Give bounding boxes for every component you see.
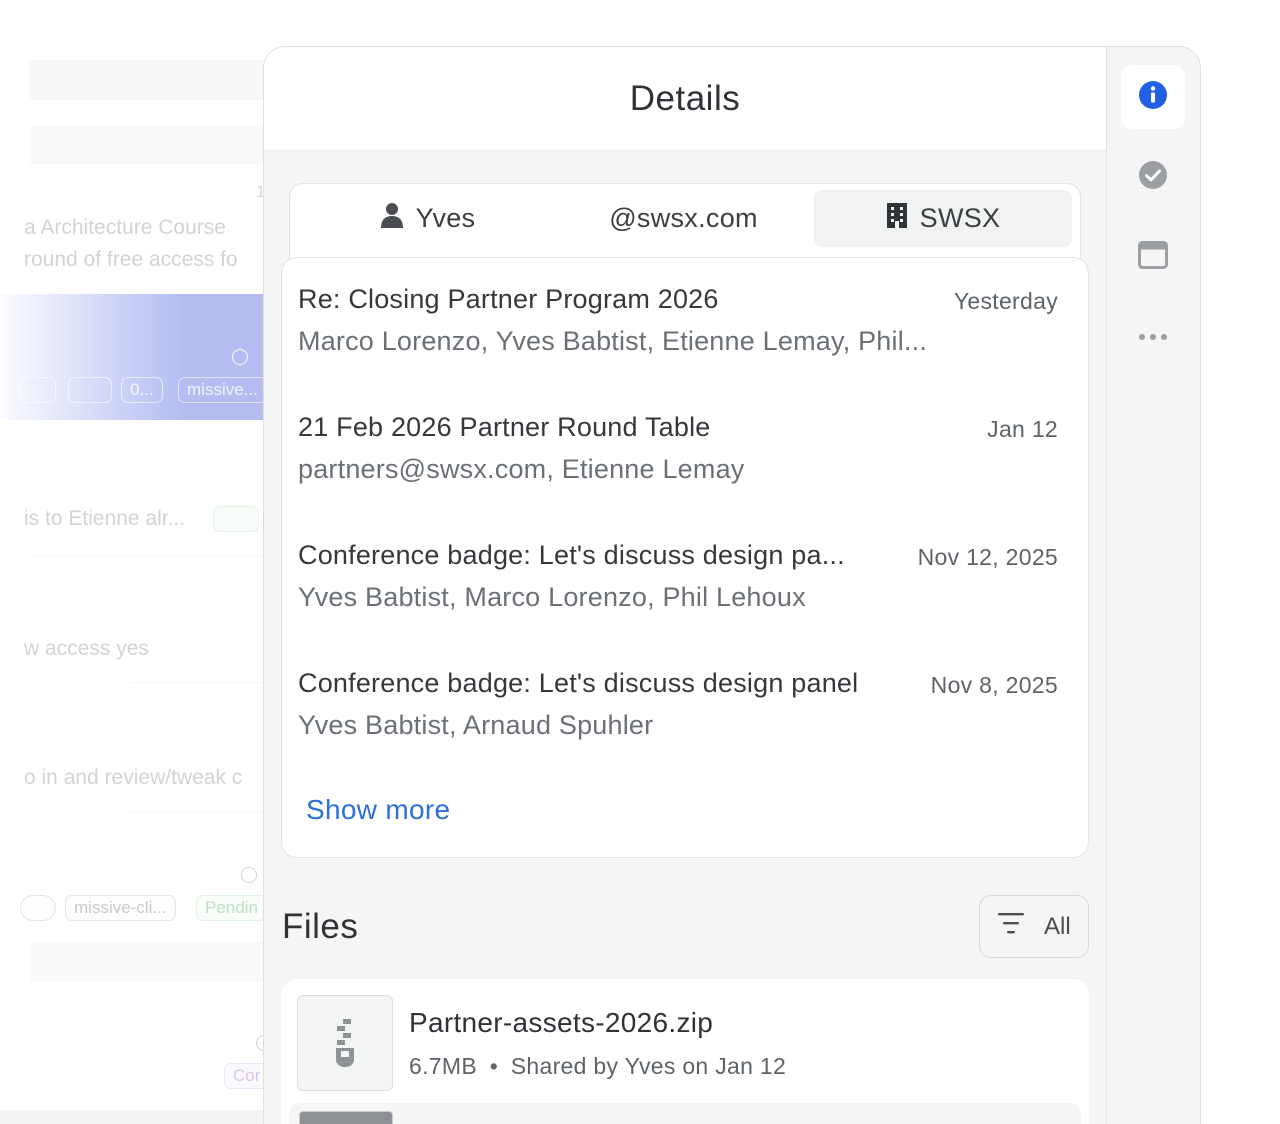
background-bar bbox=[30, 60, 280, 100]
background-divider bbox=[130, 812, 280, 813]
conversation-participants: Yves Babtist, Arnaud Spuhler bbox=[298, 710, 654, 740]
tab-person[interactable]: Yves bbox=[300, 190, 555, 247]
panel-title: Details bbox=[629, 79, 741, 118]
background-text: round of free access fo bbox=[24, 248, 238, 271]
background-chip: missive... bbox=[178, 377, 267, 403]
background-footer bbox=[0, 1110, 280, 1124]
file-shared-info: Shared by Yves on Jan 12 bbox=[510, 1053, 787, 1079]
conversation-date: Yesterday bbox=[953, 288, 1058, 314]
conversation-date: Jan 12 bbox=[987, 416, 1058, 442]
zip-file-icon bbox=[297, 995, 393, 1091]
panel-header: Details bbox=[264, 47, 1106, 151]
conversation-item[interactable]: Conference badge: Let's discuss design p… bbox=[298, 642, 1058, 742]
show-more-link[interactable]: Show more bbox=[306, 794, 450, 826]
window-button[interactable] bbox=[1121, 225, 1185, 289]
tab-label: SWSX bbox=[919, 203, 1001, 233]
check-circle-icon bbox=[1138, 160, 1168, 195]
conversation-participants: partners@swsx.com, Etienne Lemay bbox=[298, 454, 745, 484]
building-icon bbox=[886, 202, 908, 235]
background-text: w access yes bbox=[24, 637, 149, 660]
background-bar bbox=[30, 125, 280, 165]
file-list: Partner-assets-2026.zip 6.7MB • Shared b… bbox=[281, 979, 1089, 1124]
file-item[interactable] bbox=[289, 1103, 1081, 1124]
tab-label: Yves bbox=[415, 203, 476, 233]
more-icon bbox=[1138, 328, 1168, 346]
background-bar bbox=[30, 942, 280, 982]
conversation-date: Nov 8, 2025 bbox=[930, 672, 1058, 698]
background-text: o in and review/tweak c bbox=[24, 766, 243, 789]
background-check-icon bbox=[232, 349, 248, 365]
details-panel: Details Yves @swsx.com SWSX Re: Closing … bbox=[263, 46, 1201, 1124]
background-chip: missive-cli... bbox=[65, 895, 176, 921]
conversation-item[interactable]: 21 Feb 2026 Partner Round Table Jan 12 p… bbox=[298, 386, 1058, 486]
conversation-participants: Yves Babtist, Marco Lorenzo, Phil Lehoux bbox=[298, 582, 806, 612]
window-icon bbox=[1138, 240, 1168, 274]
conversation-date: Nov 12, 2025 bbox=[917, 544, 1058, 570]
background-chip: Pendin bbox=[196, 895, 267, 921]
background-chip bbox=[20, 895, 56, 921]
background-text: a Architecture Course bbox=[24, 216, 226, 239]
background-divider bbox=[30, 556, 280, 557]
person-icon bbox=[380, 202, 404, 235]
filter-label: All bbox=[1044, 912, 1071, 940]
files-filter-button[interactable]: All bbox=[979, 895, 1089, 958]
tasks-button[interactable] bbox=[1121, 145, 1185, 209]
file-meta: 6.7MB • Shared by Yves on Jan 12 bbox=[409, 1053, 786, 1080]
conversation-subject: Re: Closing Partner Program 2026 bbox=[298, 284, 719, 314]
background-chip bbox=[20, 377, 56, 403]
background-check-icon bbox=[241, 867, 257, 883]
conversation-subject: 21 Feb 2026 Partner Round Table bbox=[298, 412, 711, 442]
files-heading: Files bbox=[282, 907, 359, 946]
conversation-participants: Marco Lorenzo, Yves Babtist, Etienne Lem… bbox=[298, 326, 928, 356]
meta-separator: • bbox=[489, 1053, 499, 1079]
file-size: 6.7MB bbox=[409, 1053, 477, 1079]
conversation-item[interactable]: Re: Closing Partner Program 2026 Yesterd… bbox=[298, 258, 1058, 358]
info-button[interactable] bbox=[1121, 65, 1185, 129]
image-thumbnail bbox=[299, 1111, 393, 1124]
tab-company[interactable]: SWSX bbox=[814, 190, 1072, 247]
more-button[interactable] bbox=[1121, 305, 1185, 369]
background-chip bbox=[213, 506, 259, 532]
contact-tabs: Yves @swsx.com SWSX bbox=[289, 183, 1081, 263]
background-text: is to Etienne alr... bbox=[24, 507, 186, 530]
tab-label: @swsx.com bbox=[609, 203, 758, 233]
background-chip: 0... bbox=[121, 377, 163, 403]
conversation-subject: Conference badge: Let's discuss design p… bbox=[298, 668, 859, 698]
conversation-subject: Conference badge: Let's discuss design p… bbox=[298, 540, 845, 570]
tab-domain[interactable]: @swsx.com bbox=[555, 190, 812, 247]
filter-icon bbox=[998, 912, 1024, 941]
conversation-list: Re: Closing Partner Program 2026 Yesterd… bbox=[281, 257, 1089, 858]
background-chip bbox=[68, 377, 112, 403]
conversation-item[interactable]: Conference badge: Let's discuss design p… bbox=[298, 514, 1058, 614]
file-name: Partner-assets-2026.zip bbox=[409, 1007, 714, 1038]
side-rail bbox=[1106, 47, 1200, 1124]
info-icon bbox=[1138, 80, 1168, 115]
background-app: 1 a Architecture Course round of free ac… bbox=[0, 0, 280, 1124]
background-divider bbox=[130, 682, 280, 683]
